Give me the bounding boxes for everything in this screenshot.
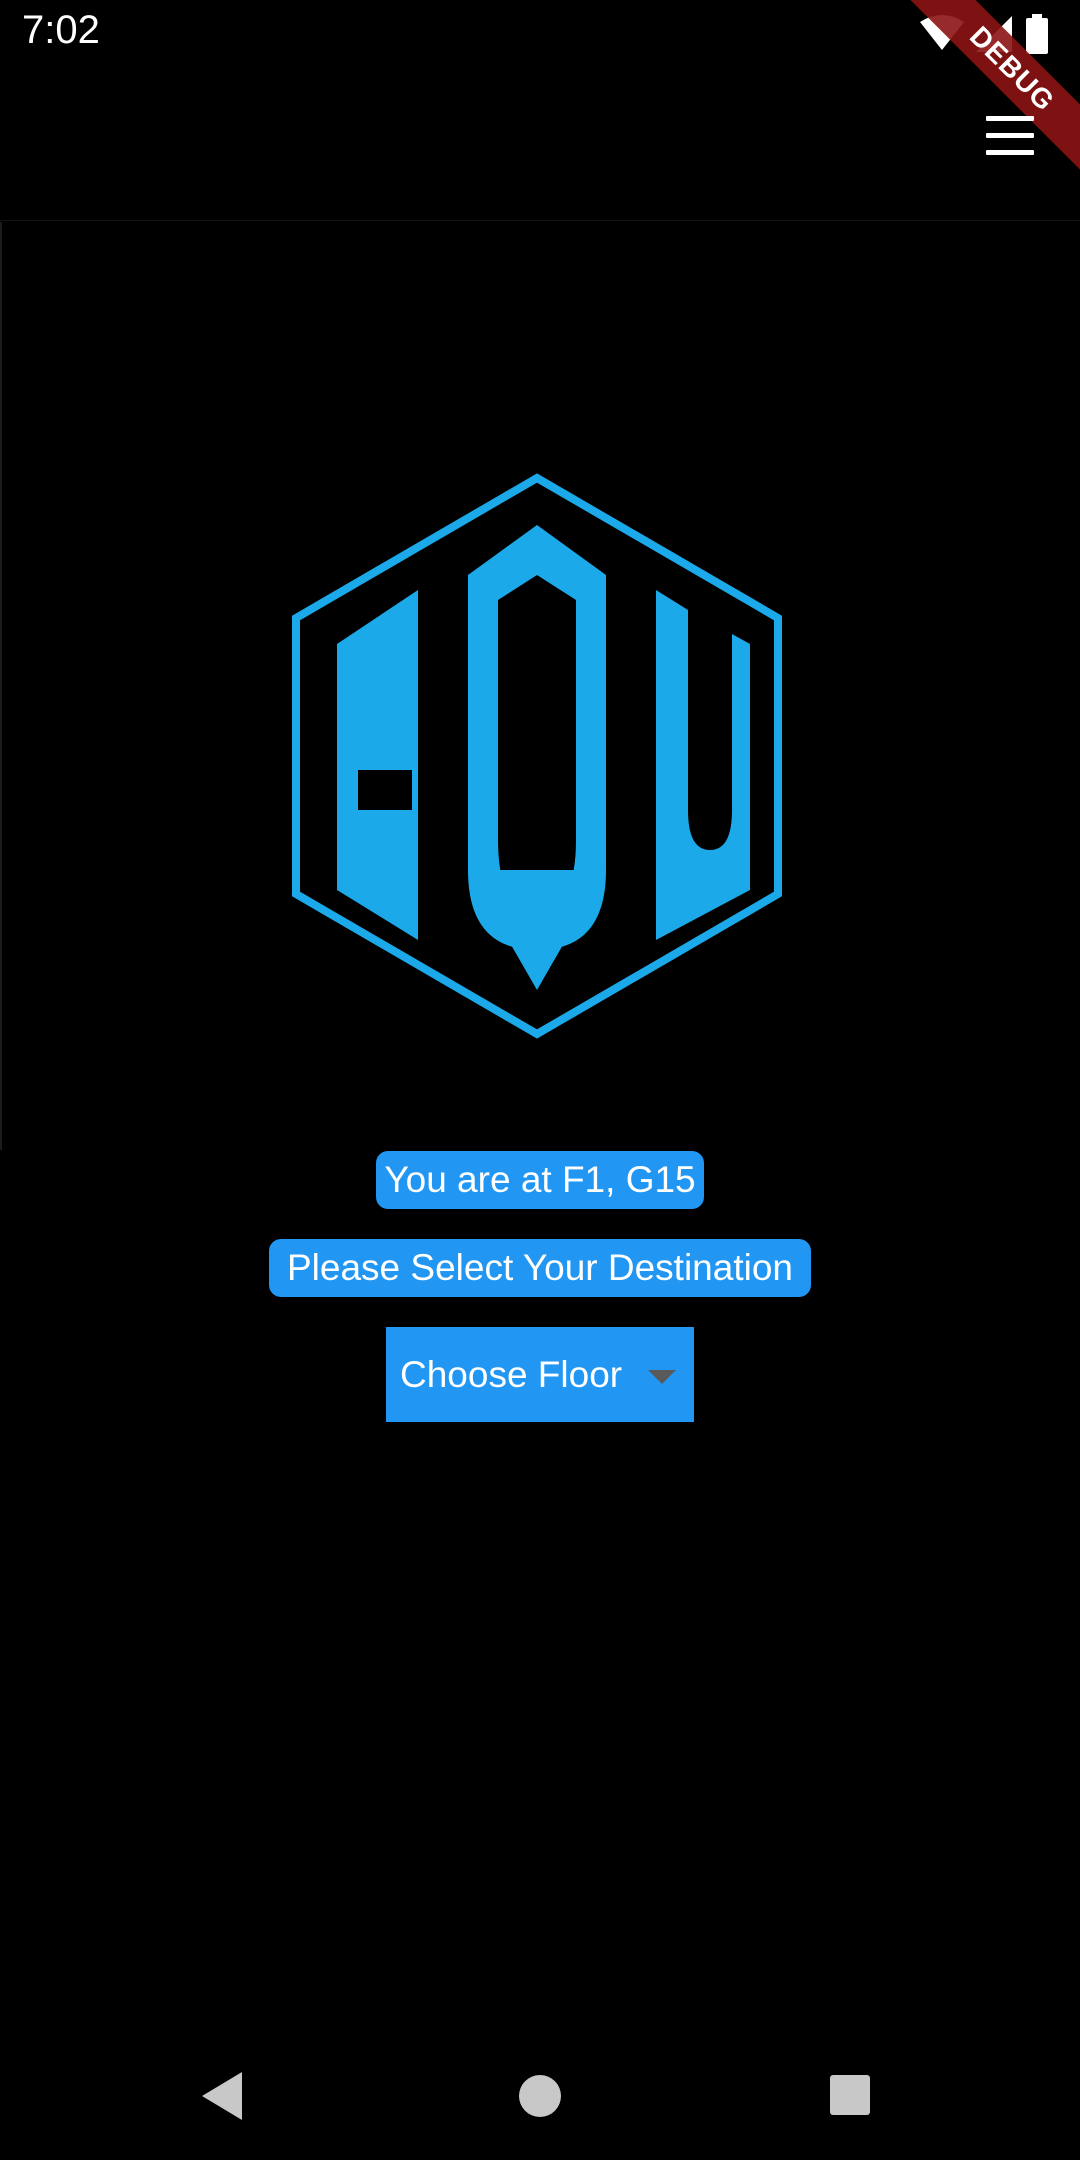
battery-icon bbox=[1026, 14, 1048, 54]
left-divider bbox=[0, 222, 2, 1150]
adu-logo bbox=[290, 470, 790, 1050]
back-icon[interactable] bbox=[198, 2068, 248, 2124]
home-icon[interactable] bbox=[516, 2072, 564, 2120]
status-bar: 7:02 bbox=[0, 0, 1080, 66]
choose-floor-dropdown[interactable]: Choose Floor bbox=[386, 1327, 694, 1422]
status-time: 7:02 bbox=[22, 8, 100, 52]
app-bar bbox=[0, 66, 1080, 221]
status-icons bbox=[920, 12, 1060, 56]
recents-icon[interactable] bbox=[828, 2073, 872, 2117]
system-nav-bar bbox=[0, 2028, 1080, 2160]
current-location-label: You are at F1, G15 bbox=[376, 1151, 704, 1209]
dropdown-label: Choose Floor bbox=[400, 1354, 623, 1395]
dropdown-arrow-icon bbox=[648, 1370, 676, 1384]
wifi-icon bbox=[920, 15, 964, 50]
destination-prompt: Please Select Your Destination bbox=[269, 1239, 811, 1297]
hamburger-menu-icon[interactable] bbox=[980, 106, 1040, 166]
cell-signal-icon bbox=[976, 16, 1012, 52]
